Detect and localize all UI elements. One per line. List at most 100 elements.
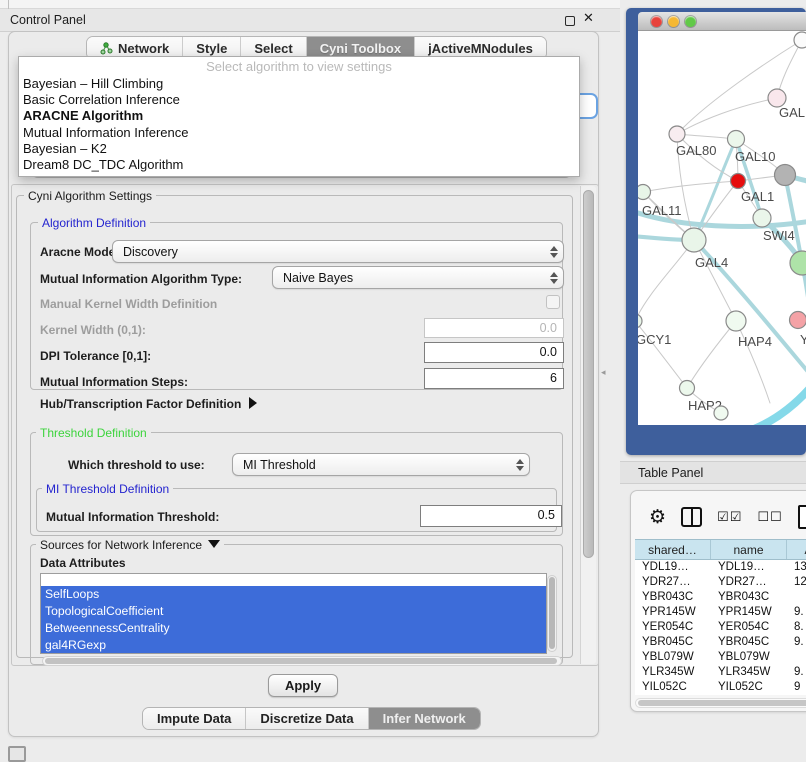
- kernel-width-field[interactable]: 0.0: [424, 318, 564, 338]
- dpi-tolerance-label: DPI Tolerance [0,1]:: [40, 349, 151, 363]
- panel-title: Control Panel: [10, 13, 86, 27]
- minimize-traffic-light[interactable]: [668, 16, 679, 27]
- which-threshold-label: Which threshold to use:: [68, 458, 205, 472]
- deselect-checkboxes-icon[interactable]: ☐☐: [757, 510, 782, 525]
- network-edge: [638, 240, 694, 321]
- table-row[interactable]: YDR27…YDR27…12: [635, 575, 806, 590]
- network-node[interactable]: [714, 406, 728, 420]
- table-horizontal-scrollbar[interactable]: [635, 698, 806, 708]
- algorithm-option[interactable]: Bayesian – K2: [19, 141, 579, 157]
- network-node-hap2[interactable]: [680, 381, 695, 396]
- table-cell: YDL19…: [635, 560, 711, 575]
- top-strip: [0, 0, 620, 9]
- table-row[interactable]: YIL052CYIL052C9: [635, 680, 806, 695]
- manual-kernel-checkbox[interactable]: [546, 295, 560, 309]
- network-node-gal4[interactable]: [682, 228, 706, 252]
- tab-discretize-data[interactable]: Discretize Data: [246, 708, 368, 729]
- network-node-gal10[interactable]: [728, 131, 745, 148]
- table-cell: YBR045C: [711, 635, 787, 650]
- network-window-titlebar: [638, 12, 806, 31]
- table-cell: YBL079W: [711, 650, 787, 665]
- table-cell: [787, 590, 806, 605]
- mi-threshold-field[interactable]: 0.5: [420, 505, 562, 527]
- algorithm-option[interactable]: ARACNE Algorithm: [19, 108, 579, 124]
- network-edge: [754, 381, 806, 425]
- which-threshold-value: MI Threshold: [233, 458, 511, 472]
- stepper-icon: [511, 454, 529, 475]
- network-node-label: SWI4: [763, 228, 795, 243]
- settings-gear-icon[interactable]: ⚙: [649, 507, 666, 527]
- network-node-gcy1[interactable]: [638, 314, 642, 328]
- data-attribute-item[interactable]: TopologicalCoefficient: [41, 603, 546, 620]
- table-row[interactable]: YER054CYER054C8.: [635, 620, 806, 635]
- data-attribute-item[interactable]: SelfLoops: [41, 586, 546, 603]
- scrollbar-thumb[interactable]: [638, 700, 806, 706]
- attributes-horizontal-scrollbar[interactable]: [42, 656, 562, 666]
- network-node-label: GAL4: [695, 255, 728, 270]
- network-node[interactable]: [790, 251, 806, 275]
- data-attribute-item[interactable]: gal4RGexp: [41, 637, 546, 654]
- docked-panel-icon[interactable]: [8, 746, 26, 762]
- split-columns-icon[interactable]: [681, 507, 702, 527]
- table-panel: ⚙ ☑☑ ☐☐ shared… name A YDL19…YDL19…13YDR…: [630, 490, 806, 712]
- network-window: GALGAL80GAL10GAL1GAL11SWI4GAL4GCY1HAP4YH…: [626, 8, 806, 455]
- apply-button[interactable]: Apply: [268, 674, 338, 697]
- scrollbar-thumb[interactable]: [549, 577, 555, 649]
- column-header-name[interactable]: name: [711, 540, 787, 559]
- table-panel-titlebar: Table Panel: [620, 461, 806, 484]
- network-canvas[interactable]: GALGAL80GAL10GAL1GAL11SWI4GAL4GCY1HAP4YH…: [638, 31, 806, 425]
- column-header-partial[interactable]: A: [787, 540, 806, 559]
- algorithm-option[interactable]: Bayesian – Hill Climbing: [19, 76, 579, 92]
- which-threshold-combo[interactable]: MI Threshold: [232, 453, 530, 476]
- network-node[interactable]: [775, 165, 796, 186]
- table-row[interactable]: YBR045CYBR045C9.: [635, 635, 806, 650]
- select-all-checkboxes-icon[interactable]: ☑☑: [717, 510, 742, 525]
- document-icon[interactable]: [798, 505, 806, 529]
- mi-type-combo[interactable]: Naive Bayes: [272, 266, 564, 289]
- network-node-hap4[interactable]: [726, 311, 746, 331]
- network-node-gal80[interactable]: [669, 126, 685, 142]
- table-cell: YDR27…: [635, 575, 711, 590]
- dpi-tolerance-field[interactable]: 0.0: [424, 342, 564, 363]
- hub-definition-toggle[interactable]: Hub/Transcription Factor Definition: [40, 397, 257, 411]
- table-header: shared… name A: [635, 539, 806, 560]
- table-cell: YDR27…: [711, 575, 787, 590]
- network-node-y[interactable]: [790, 312, 806, 329]
- algorithm-dropdown: Select algorithm to view settings Bayesi…: [18, 56, 580, 177]
- settings-vertical-scrollbar[interactable]: [580, 186, 596, 664]
- mi-steps-field[interactable]: 6: [424, 368, 564, 389]
- table-row[interactable]: YPR145WYPR145W9.: [635, 605, 806, 620]
- algorithm-option[interactable]: Dream8 DC_TDC Algorithm: [19, 157, 579, 173]
- tab-impute-data[interactable]: Impute Data: [143, 708, 246, 729]
- aracne-mode-combo[interactable]: Discovery: [112, 240, 564, 263]
- tab-infer-network[interactable]: Infer Network: [369, 708, 480, 729]
- network-node-gal11[interactable]: [638, 185, 651, 200]
- zoom-traffic-light[interactable]: [685, 16, 696, 27]
- algorithm-option[interactable]: Mutual Information Inference: [19, 125, 579, 141]
- close-traffic-light[interactable]: [651, 16, 662, 27]
- column-header-shared-name[interactable]: shared…: [635, 540, 711, 559]
- expand-right-icon: [249, 397, 257, 409]
- network-node-gal1[interactable]: [731, 174, 746, 189]
- attributes-vertical-scrollbar[interactable]: [547, 575, 557, 652]
- table-cell: 9.: [787, 665, 806, 680]
- table-row[interactable]: YDL19…YDL19…13: [635, 560, 806, 575]
- close-icon[interactable]: ✕: [583, 11, 594, 26]
- sources-group-title[interactable]: Sources for Network Inference: [36, 538, 224, 552]
- table-row[interactable]: YLR345WYLR345W9.: [635, 665, 806, 680]
- stepper-icon: [545, 267, 563, 288]
- float-window-icon[interactable]: [565, 16, 575, 26]
- network-node-swi4[interactable]: [753, 209, 771, 227]
- algorithm-option[interactable]: Basic Correlation Inference: [19, 92, 579, 108]
- table-row[interactable]: YBL079WYBL079W: [635, 650, 806, 665]
- panel-splitter-handle[interactable]: ◂: [601, 369, 607, 378]
- table-row[interactable]: YBR043CYBR043C: [635, 590, 806, 605]
- network-node[interactable]: [794, 32, 806, 48]
- table-cell: YIL052C: [711, 680, 787, 695]
- scrollbar-thumb[interactable]: [583, 190, 594, 558]
- table-cell: 9.: [787, 605, 806, 620]
- table-cell: 9.: [787, 635, 806, 650]
- scrollbar-thumb[interactable]: [45, 658, 557, 664]
- data-attribute-item[interactable]: BetweennessCentrality: [41, 620, 546, 637]
- network-node-label: GAL1: [741, 189, 774, 204]
